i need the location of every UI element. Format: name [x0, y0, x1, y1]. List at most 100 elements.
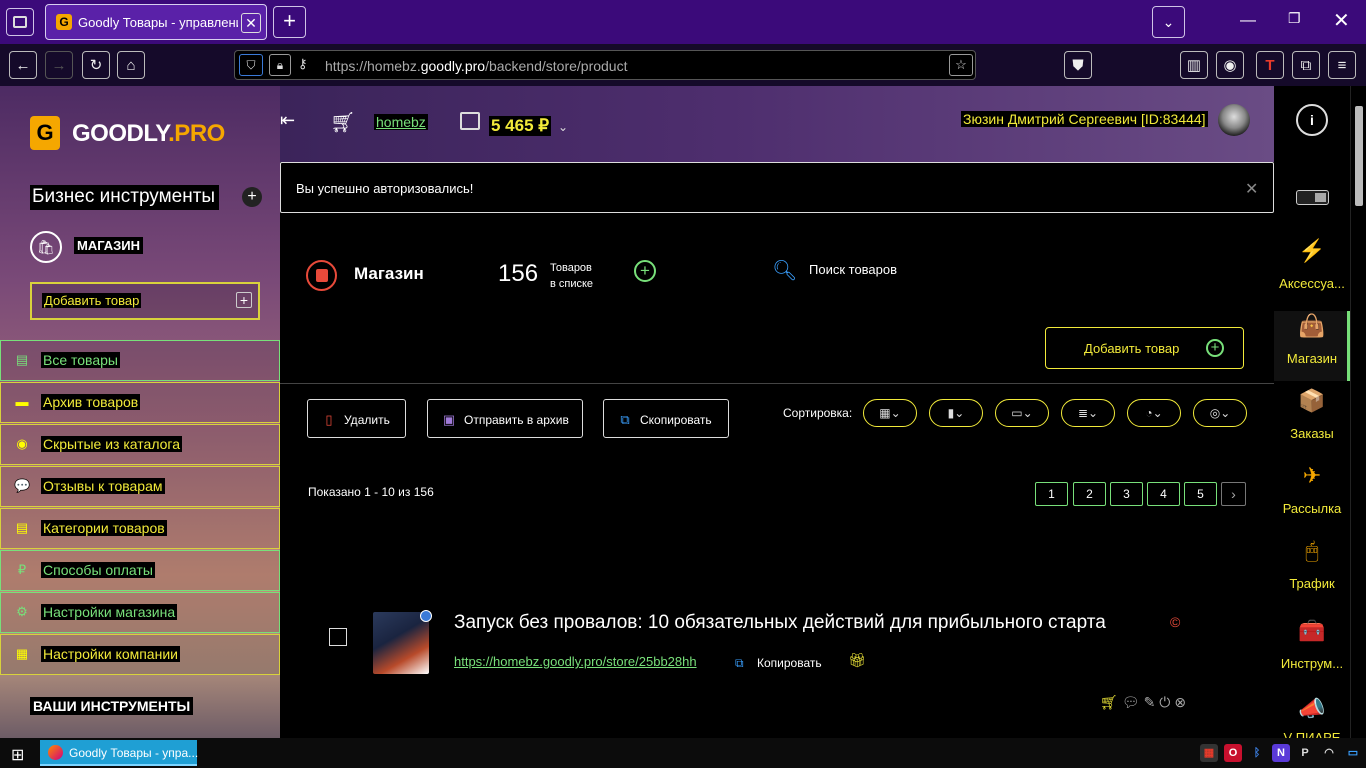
add-product-circle-button[interactable]: +: [634, 260, 656, 282]
tray-n-icon[interactable]: N: [1272, 744, 1290, 762]
page-1-button[interactable]: 1: [1035, 482, 1068, 506]
page-3-button[interactable]: 3: [1110, 482, 1143, 506]
power-icon[interactable]: ⏻: [1159, 694, 1174, 710]
shop-link[interactable]: homebz: [374, 114, 428, 130]
product-thumbnail[interactable]: [373, 610, 432, 674]
new-tab-button[interactable]: +: [273, 6, 306, 38]
close-window-button[interactable]: ✕: [1333, 8, 1350, 33]
info-icon[interactable]: i: [1296, 104, 1328, 136]
wifi-icon[interactable]: ◠: [1320, 744, 1338, 762]
comment-icon[interactable]: 💬︎: [1122, 694, 1144, 710]
back-button[interactable]: ←: [9, 51, 37, 79]
product-url-link[interactable]: https://homebz.goodly.pro/store/25bb28hh: [454, 654, 697, 669]
rail-item-traffic[interactable]: 🖱 Трафик: [1274, 536, 1350, 606]
sidebar-item-hidden[interactable]: ◉ Скрытые из каталога: [0, 424, 280, 465]
sidebar-item-shop-settings[interactable]: ⚙ Настройки магазина: [0, 592, 280, 633]
page-2-button[interactable]: 2: [1073, 482, 1106, 506]
sidebar-item-all-products[interactable]: ▤ Все товары: [0, 340, 280, 381]
product-actions: 🛒︎💬︎✎⏻⊗: [1100, 694, 1190, 711]
extensions-button[interactable]: ⧉: [1292, 51, 1320, 79]
bluetooth-icon[interactable]: ᛒ: [1248, 744, 1266, 762]
sort-by-date-button[interactable]: ▦⌄: [863, 399, 917, 427]
minimize-button[interactable]: —: [1240, 12, 1256, 30]
archive-button[interactable]: ▣ Отправить в архив: [427, 399, 583, 438]
lock-icon[interactable]: 🔒︎: [269, 54, 291, 76]
next-page-button[interactable]: ›: [1221, 482, 1246, 506]
rail-item-accessories[interactable]: ⚡ Аксессуа...: [1274, 236, 1350, 306]
tabs-dropdown-button[interactable]: ⌄: [1152, 6, 1185, 38]
close-tab-button[interactable]: ✕: [241, 13, 261, 33]
rail-item-tools[interactable]: 🧰 Инструм...: [1274, 616, 1350, 686]
avatar[interactable]: [1218, 104, 1250, 136]
sidebar-toggle-button[interactable]: ▥: [1180, 51, 1208, 79]
bookmark-star-icon[interactable]: ☆: [949, 54, 973, 76]
copy-button[interactable]: ⧉ Скопировать: [603, 399, 729, 438]
notification-icon[interactable]: ▭: [1344, 744, 1362, 762]
close-alert-button[interactable]: ✕: [1245, 179, 1258, 199]
close-circle-icon[interactable]: ⊗: [1174, 694, 1190, 710]
chevron-down-icon[interactable]: ⌄: [558, 120, 568, 134]
browser-tab-active[interactable]: G Goodly Товары - управление ✕: [45, 4, 267, 40]
shield-icon[interactable]: ⛉: [239, 54, 263, 76]
sidebar-add-product-button[interactable]: Добавить товар +: [30, 282, 260, 320]
pocket-button[interactable]: ⛊: [1064, 51, 1092, 79]
sort-by-price-button[interactable]: ▭⌄: [995, 399, 1049, 427]
tray-app-icon[interactable]: ▦: [1200, 744, 1218, 762]
product-title[interactable]: Запуск без провалов: 10 обязательных дей…: [454, 612, 1106, 634]
sidebar-item-categories[interactable]: ▤ Категории товаров: [0, 508, 280, 549]
search-icon[interactable]: 🔍︎: [772, 258, 797, 283]
sort-by-hidden-button[interactable]: ◎⌄: [1193, 399, 1247, 427]
url-bar[interactable]: ⛉ 🔒︎ ⚷ https://homebz.goodly.pro/backend…: [234, 50, 976, 80]
cart-icon[interactable]: 🛒︎: [330, 110, 355, 135]
cart-icon[interactable]: 🛒︎: [1100, 694, 1122, 710]
business-tools-add-button[interactable]: +: [242, 187, 262, 207]
collapse-sidebar-icon[interactable]: ⇤: [280, 110, 295, 131]
copy-url-button[interactable]: Копировать: [757, 656, 822, 670]
home-button[interactable]: ⌂: [117, 51, 145, 79]
sidebar-item-company-settings[interactable]: ▦ Настройки компании: [0, 634, 280, 675]
edit-icon[interactable]: ✎: [1144, 694, 1160, 710]
product-checkbox[interactable]: [329, 628, 347, 646]
product-count: 156: [498, 260, 539, 287]
reload-button[interactable]: ↻: [82, 51, 110, 79]
sort-by-stock-button[interactable]: ≣⌄: [1061, 399, 1115, 427]
tray-p-icon[interactable]: P: [1296, 744, 1314, 762]
page-4-button[interactable]: 4: [1147, 482, 1180, 506]
search-products-link[interactable]: Поиск товаров: [809, 262, 897, 277]
save-icon: ▣: [442, 412, 456, 427]
taskbar-app-label: Goodly Товары - упра...: [69, 746, 199, 760]
tray-opera-icon[interactable]: O: [1224, 744, 1242, 762]
balance-amount[interactable]: 5 465 ₽: [489, 116, 552, 136]
sidebar-item-reviews[interactable]: 💬 Отзывы к товарам: [0, 466, 280, 507]
rail-item-shop[interactable]: 👜 Магазин: [1274, 311, 1350, 381]
page-title: Магазин: [354, 264, 424, 283]
maximize-button[interactable]: ❐: [1288, 10, 1301, 27]
url-text[interactable]: https://homebz.goodly.pro/backend/store/…: [325, 58, 627, 74]
sidebar-item-label: Все товары: [41, 352, 120, 368]
windows-start-icon[interactable]: ⊞: [11, 745, 24, 765]
rail-item-label: V ПИАРЕ: [1283, 730, 1341, 738]
taskbar-firefox-app[interactable]: Goodly Товары - упра...: [40, 740, 199, 766]
menu-button[interactable]: ≡: [1328, 51, 1356, 79]
user-name[interactable]: Зюзин Дмитрий Сергеевич [ID:83444]: [961, 111, 1208, 127]
forward-button[interactable]: →: [45, 51, 73, 79]
gift-icon[interactable]: 🎁︎: [848, 652, 866, 669]
rail-item-orders[interactable]: 📦 Заказы: [1274, 386, 1350, 456]
tab-list-icon: [13, 16, 27, 28]
add-product-button[interactable]: Добавить товар +: [1045, 327, 1244, 369]
copy-icon[interactable]: ⧉: [735, 656, 744, 671]
sort-by-lock-button[interactable]: ◔⌄: [1127, 399, 1181, 427]
sidebar-item-archive[interactable]: ▬ Архив товаров: [0, 382, 280, 423]
sort-by-doc-button[interactable]: ▮⌄: [929, 399, 983, 427]
sidebar-item-payment[interactable]: ₽ Способы оплаты: [0, 550, 280, 591]
tab-list-button[interactable]: [6, 8, 34, 36]
rail-item-pr[interactable]: 📣 V ПИАРЕ: [1274, 694, 1350, 738]
extension-t-button[interactable]: T: [1256, 51, 1284, 79]
delete-button[interactable]: ▯ Удалить: [307, 399, 406, 438]
orders-icon: 📦: [1298, 388, 1326, 413]
rail-item-mailing[interactable]: ✈ Рассылка: [1274, 461, 1350, 531]
scrollbar[interactable]: [1350, 86, 1366, 738]
account-button[interactable]: ◉: [1216, 51, 1244, 79]
toggle-icon[interactable]: [1296, 190, 1329, 205]
page-5-button[interactable]: 5: [1184, 482, 1217, 506]
